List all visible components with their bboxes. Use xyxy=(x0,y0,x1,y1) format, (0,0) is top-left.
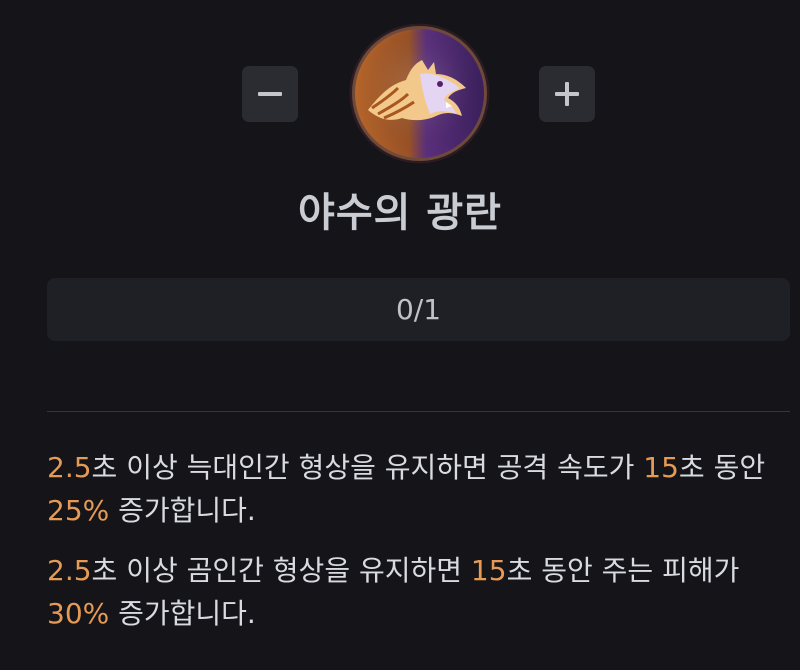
highlight-value: 2.5 xyxy=(47,554,92,587)
skill-description-wolf: 2.5초 이상 늑대인간 형상을 유지하면 공격 속도가 15초 동안 25% … xyxy=(47,446,790,532)
divider xyxy=(47,411,790,412)
skill-title: 야수의 광란 xyxy=(298,190,502,236)
increase-rank-button[interactable] xyxy=(539,66,595,122)
werewolf-head-icon xyxy=(349,23,490,164)
plus-icon xyxy=(555,82,579,106)
description-text: 초 동안 xyxy=(678,451,766,484)
skill-description-bear: 2.5초 이상 곰인간 형상을 유지하면 15초 동안 주는 피해가 30% 증… xyxy=(47,549,790,635)
description-text: 증가합니다. xyxy=(109,597,256,630)
description-text: 증가합니다. xyxy=(109,494,256,527)
highlight-value: 15 xyxy=(470,554,507,587)
skill-header xyxy=(0,0,800,170)
highlight-value: 30% xyxy=(47,597,110,630)
minus-icon xyxy=(258,92,282,96)
rank-counter: 0/1 xyxy=(47,278,790,341)
description-text: 초 이상 늑대인간 형상을 유지하면 공격 속도가 xyxy=(91,451,644,484)
highlight-value: 15 xyxy=(643,451,679,484)
description-text: 초 동안 주는 피해가 xyxy=(506,554,740,587)
highlight-value: 25% xyxy=(47,494,110,527)
description-text: 초 이상 곰인간 형상을 유지하면 xyxy=(91,554,471,587)
decrease-rank-button[interactable] xyxy=(242,66,298,122)
highlight-value: 2.5 xyxy=(47,451,92,484)
